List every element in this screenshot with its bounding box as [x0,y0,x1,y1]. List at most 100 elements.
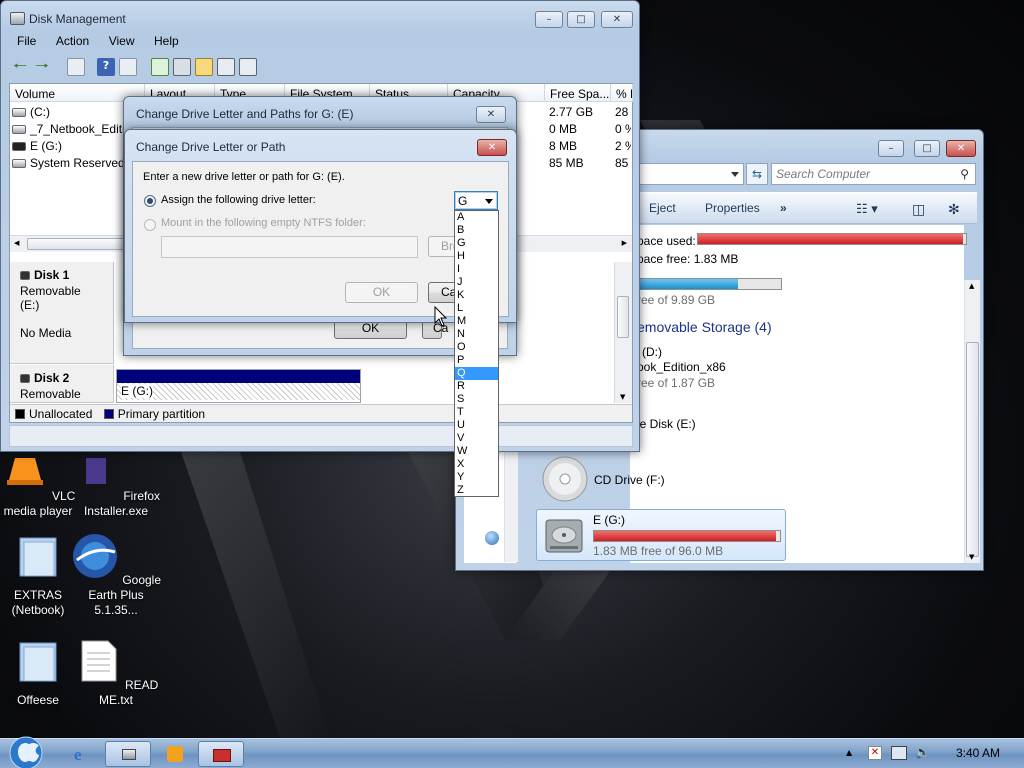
menu-file[interactable]: File [9,31,44,51]
search-input[interactable]: Search Computer ⚲ [771,163,976,185]
scroll-right-icon[interactable]: ▶ [622,239,627,247]
desktop-icon-google-earth[interactable]: Google Earth Plus 5.1.35... [70,532,162,618]
volume-row[interactable]: _7_Netbook_Editio [12,122,132,138]
eject-button[interactable]: Eject [649,201,676,215]
chevron-down-icon[interactable] [485,199,493,204]
disk2-partition[interactable]: E (G:) [116,369,361,403]
drive-g-tile[interactable]: E (G:) 1.83 MB free of 96.0 MB [536,509,786,561]
volume-row[interactable]: System Reserved [12,156,125,172]
drive-letter-option[interactable]: H [455,250,498,263]
action-center-icon[interactable]: ✕ [868,746,882,760]
properties-icon[interactable] [119,58,137,76]
close-button[interactable]: ✕ [477,139,507,156]
properties-button[interactable]: Properties [705,201,760,215]
drive-letter-list[interactable]: ABGHIJKLMNOPQRSTUVWXYZ [454,210,499,497]
folder-path-input[interactable] [161,236,418,258]
refresh-icon[interactable] [151,58,169,76]
close-button[interactable]: ✕ [476,106,506,123]
disk2-label[interactable]: Disk 2 Removable [10,365,114,403]
maximize-button[interactable]: □ [914,140,940,157]
disk-area-scrollbar[interactable]: ▼ [614,262,632,403]
taskbar-media-player[interactable] [152,741,198,767]
minimize-button[interactable]: – [878,140,904,157]
forward-icon[interactable]: 🠒 [35,58,53,76]
menu-help[interactable]: Help [146,31,187,51]
minimize-button[interactable]: – [535,11,563,28]
volume-tray-icon[interactable]: 🔈 [915,745,930,759]
assign-letter-label[interactable]: Assign the following drive letter: [161,194,316,206]
menu-view[interactable]: View [101,31,143,51]
drive-letter-option[interactable]: X [455,458,498,471]
help-icon[interactable]: ? [97,58,115,76]
assign-letter-radio[interactable] [144,195,156,207]
refresh-button[interactable]: ⇆ [746,163,768,185]
scroll-down-icon[interactable]: ▼ [620,393,625,401]
taskbar-ie[interactable]: e [58,741,104,767]
cd-drive-label[interactable]: CD Drive (F:) [594,473,665,487]
back-icon[interactable]: 🠐 [13,58,31,76]
drive-d-label[interactable]: (D:) [642,345,662,359]
desktop-icon-readme[interactable]: READ ME.txt [70,637,162,708]
taskbar-disk-management[interactable] [105,741,151,767]
open-folder-icon[interactable] [195,58,213,76]
drive-letter-option[interactable]: M [455,315,498,328]
search-icon[interactable]: ⚲ [960,167,969,181]
start-button[interactable] [6,733,46,768]
disk1-label[interactable]: Disk 1 Removable (E:) No Media [10,262,114,364]
drive-letter-option[interactable]: T [455,406,498,419]
scrollbar-thumb[interactable] [27,238,127,250]
mount-folder-label[interactable]: Mount in the following empty NTFS folder… [161,217,366,229]
removable-storage-header[interactable]: emovable Storage (4) [637,319,772,335]
volume-row[interactable]: E (G:) [12,139,62,155]
views-icon[interactable]: ☷ ▾ [856,201,878,217]
drive-letter-option[interactable]: W [455,445,498,458]
nav-scrollbar[interactable] [504,452,518,562]
show-hidden-icons-icon[interactable]: ▲ [846,748,852,757]
scroll-down-icon[interactable]: ▼ [969,553,974,561]
show-hide-tree-icon[interactable] [67,58,85,76]
drive-letter-option[interactable]: J [455,276,498,289]
drive-letter-option[interactable]: P [455,354,498,367]
drive-letter-combobox[interactable]: G [454,191,498,210]
desktop-icon-firefox-installer[interactable]: Firefox Installer.exe [70,448,162,519]
maximize-button[interactable]: □ [567,11,595,28]
ok-button[interactable]: OK [345,282,418,303]
drive-letter-option[interactable]: Y [455,471,498,484]
clock[interactable]: 3:40 AM [956,746,1000,760]
settings-icon[interactable] [239,58,257,76]
drive-letter-option[interactable]: B [455,224,498,237]
drive-letter-option[interactable]: Q [455,367,498,380]
drive-letter-option[interactable]: S [455,393,498,406]
drive-letter-option[interactable]: L [455,302,498,315]
drive-letter-option[interactable]: O [455,341,498,354]
drive-letter-option[interactable]: G [455,237,498,250]
disk-icon[interactable] [173,58,191,76]
address-bar[interactable] [636,163,744,185]
drive-letter-option[interactable]: N [455,328,498,341]
drive-letter-option[interactable]: R [455,380,498,393]
scrollbar-thumb[interactable] [617,296,629,338]
menu-action[interactable]: Action [48,31,97,51]
mount-folder-radio[interactable] [144,219,156,231]
scroll-up-icon[interactable]: ▲ [969,282,974,290]
help-icon[interactable]: ✻ [948,201,960,218]
scrollbar-thumb[interactable] [966,342,979,557]
scroll-left-icon[interactable]: ◀ [14,239,19,247]
search-disk-icon[interactable] [217,58,235,76]
chevron-down-icon[interactable] [731,172,739,177]
more-commands-button[interactable]: » [780,201,787,215]
drive-letter-option[interactable]: K [455,289,498,302]
column-free-space[interactable]: Free Spa... [545,84,611,102]
network-icon[interactable] [485,531,499,545]
content-scrollbar[interactable]: ▲ ▼ [964,280,980,563]
close-button[interactable]: ✕ [946,140,976,157]
drive-e-label[interactable]: le Disk (E:) [637,417,696,431]
drive-letter-option[interactable]: A [455,211,498,224]
network-tray-icon[interactable] [891,746,907,760]
drive-letter-option[interactable]: Z [455,484,498,497]
preview-pane-icon[interactable]: ◫ [912,201,925,218]
taskbar-computer[interactable] [198,741,244,767]
column-percent-free[interactable]: % F [611,84,633,102]
volume-row[interactable]: (C:) [12,105,50,121]
drive-letter-option[interactable]: I [455,263,498,276]
